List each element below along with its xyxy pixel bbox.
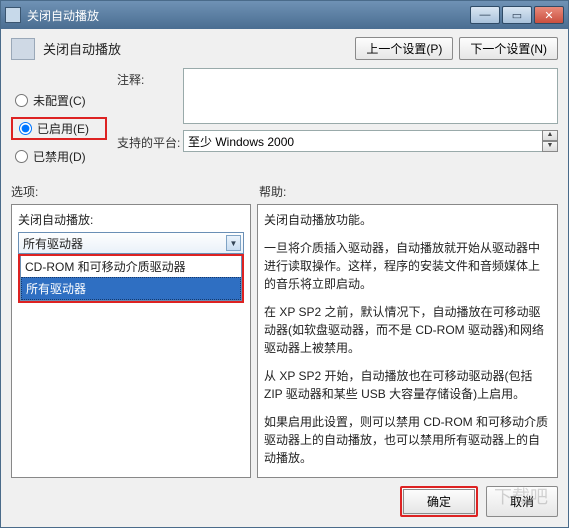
- help-paragraph: 如果启用此设置，则可以禁用 CD-ROM 和可移动介质驱动器上的自动播放，也可以…: [264, 413, 551, 467]
- platform-spin-down[interactable]: ▼: [542, 141, 558, 152]
- cancel-button[interactable]: 取消: [486, 486, 558, 517]
- radio-disabled[interactable]: 已禁用(D): [11, 148, 107, 165]
- app-icon: [5, 7, 21, 23]
- help-panel[interactable]: 关闭自动播放功能。 一旦将介质插入驱动器，自动播放就开始从驱动器中进行读取操作。…: [257, 204, 558, 478]
- dropdown-item-all-drives[interactable]: 所有驱动器: [21, 277, 241, 300]
- highlight-ok: 确定: [400, 486, 478, 517]
- platform-label: 支持的平台:: [117, 131, 183, 151]
- help-paragraph: 关闭自动播放功能。: [264, 211, 551, 229]
- help-paragraph: 在 XP SP2 之前，默认情况下，自动播放在可移动驱动器(如软盘驱动器，而不是…: [264, 303, 551, 357]
- radio-not-configured-label: 未配置(C): [33, 92, 86, 109]
- dialog-window: 关闭自动播放 — ▭ ✕ 关闭自动播放 上一个设置(P) 下一个设置(N) 未配…: [0, 0, 569, 528]
- platform-spin-up[interactable]: ▲: [542, 130, 558, 141]
- page-title: 关闭自动播放: [43, 39, 349, 58]
- close-button[interactable]: ✕: [534, 6, 564, 24]
- drives-combo-value: 所有驱动器: [23, 235, 83, 252]
- radio-enabled-label: 已启用(E): [37, 120, 89, 137]
- comment-textarea[interactable]: [183, 68, 558, 124]
- maximize-button[interactable]: ▭: [502, 6, 532, 24]
- comment-label: 注释:: [117, 68, 183, 88]
- radio-enabled-input[interactable]: [19, 122, 32, 135]
- radio-disabled-input[interactable]: [15, 150, 28, 163]
- help-paragraph: 一旦将介质插入驱动器，自动播放就开始从驱动器中进行读取操作。这样，程序的安装文件…: [264, 239, 551, 293]
- options-label: 选项:: [11, 183, 259, 200]
- next-setting-button[interactable]: 下一个设置(N): [459, 37, 558, 60]
- drives-dropdown: CD-ROM 和可移动介质驱动器 所有驱动器: [20, 256, 242, 301]
- help-paragraph: 从 XP SP2 开始，自动播放也在可移动驱动器(包括 ZIP 驱动器和某些 U…: [264, 367, 551, 403]
- radio-enabled[interactable]: 已启用(E): [15, 120, 103, 137]
- help-label: 帮助:: [259, 183, 286, 200]
- options-panel: 关闭自动播放: 所有驱动器 ▼ CD-ROM 和可移动介质驱动器 所有驱动器: [11, 204, 251, 478]
- highlight-dropdown: CD-ROM 和可移动介质驱动器 所有驱动器: [18, 254, 244, 303]
- chevron-down-icon[interactable]: ▼: [226, 235, 241, 251]
- window-title: 关闭自动播放: [27, 7, 99, 24]
- ok-button[interactable]: 确定: [403, 489, 475, 514]
- titlebar[interactable]: 关闭自动播放 — ▭ ✕: [1, 1, 568, 29]
- platform-input[interactable]: [183, 130, 543, 152]
- highlight-enabled: 已启用(E): [11, 117, 107, 140]
- previous-setting-button[interactable]: 上一个设置(P): [355, 37, 453, 60]
- autoplay-group-label: 关闭自动播放:: [18, 211, 244, 228]
- radio-not-configured-input[interactable]: [15, 94, 28, 107]
- radio-disabled-label: 已禁用(D): [33, 148, 86, 165]
- policy-icon: [11, 38, 35, 60]
- drives-combobox[interactable]: 所有驱动器 ▼: [18, 232, 244, 254]
- minimize-button[interactable]: —: [470, 6, 500, 24]
- dropdown-item-cdrom[interactable]: CD-ROM 和可移动介质驱动器: [21, 256, 241, 277]
- radio-not-configured[interactable]: 未配置(C): [11, 92, 107, 109]
